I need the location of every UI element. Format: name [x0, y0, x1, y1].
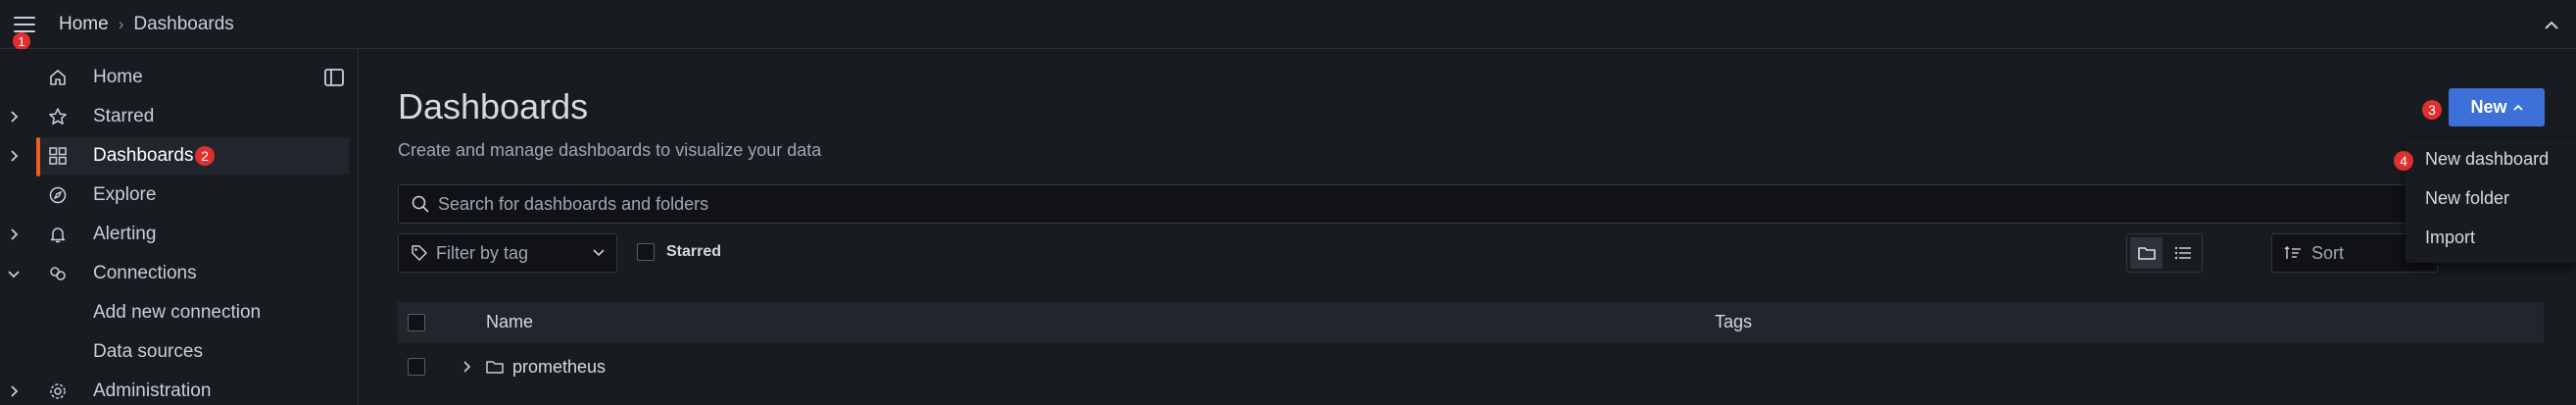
- breadcrumb: Home › Dashboards: [59, 13, 234, 36]
- active-indicator: [36, 137, 40, 177]
- folder-icon: [486, 358, 504, 376]
- tag-filter-placeholder: Filter by tag: [436, 242, 529, 263]
- list-view-button[interactable]: [2166, 237, 2199, 269]
- table-row: [398, 345, 2544, 388]
- sidebar-item-home[interactable]: Home: [0, 59, 349, 96]
- apps-icon: [47, 145, 69, 167]
- chevron-right-icon[interactable]: [6, 148, 22, 164]
- starred-filter[interactable]: Starred: [637, 243, 721, 261]
- column-header-tags: Tags: [1715, 312, 1753, 331]
- compass-icon: [47, 184, 69, 206]
- sidebar-item-data-sources[interactable]: Data sources: [0, 333, 349, 371]
- hamburger-icon: [14, 17, 35, 32]
- search-icon: [412, 195, 429, 213]
- sidebar-item-label: Connections: [93, 263, 197, 283]
- table-header: [398, 302, 2544, 343]
- folder-icon: [2137, 247, 2156, 260]
- sidebar-item-label: Starred: [93, 106, 155, 127]
- row-checkbox[interactable]: [408, 358, 425, 376]
- sidebar-item-starred[interactable]: Starred: [0, 98, 349, 135]
- sidebar-item-label: Administration: [93, 380, 212, 401]
- menu-item-new-dashboard[interactable]: New dashboard: [2425, 149, 2549, 170]
- top-bar: [0, 0, 2576, 49]
- search-input[interactable]: [438, 193, 2398, 215]
- tag-icon: [412, 245, 427, 261]
- annotation-badge-new: 3: [2422, 100, 2442, 120]
- new-button[interactable]: New: [2449, 88, 2545, 127]
- sidebar-item-alerting[interactable]: Alerting: [0, 216, 349, 253]
- chevron-right-icon[interactable]: [6, 227, 22, 242]
- page-subtitle: Create and manage dashboards to visualiz…: [398, 140, 822, 160]
- search-box[interactable]: [398, 184, 2544, 224]
- bell-icon: [47, 224, 69, 245]
- plug-icon: [47, 263, 69, 284]
- sidebar-item-label: Dashboards: [93, 145, 194, 166]
- chevron-up-icon: [2512, 104, 2523, 111]
- starred-label: Starred: [666, 243, 722, 260]
- annotation-badge-new-dashboard: 4: [2394, 151, 2413, 171]
- cog-icon: [47, 380, 69, 402]
- folder-link-prometheus[interactable]: prometheus: [512, 357, 606, 378]
- chevron-up-icon: [2545, 21, 2558, 29]
- sort-placeholder: Sort: [2311, 242, 2345, 263]
- starred-checkbox[interactable]: [637, 243, 655, 261]
- menu-item-new-folder[interactable]: New folder: [2425, 188, 2509, 209]
- sidebar-item-explore[interactable]: Explore: [0, 177, 349, 214]
- tag-filter-select[interactable]: Filter by tag: [398, 233, 617, 273]
- sidebar-expand-dashboards[interactable]: [0, 137, 29, 175]
- select-all-checkbox[interactable]: [408, 314, 425, 331]
- row-expand-button[interactable]: [459, 359, 474, 375]
- annotation-badge-dashboards: 2: [195, 146, 215, 166]
- folder-view-button[interactable]: [2130, 237, 2163, 269]
- sidebar-item-label: Alerting: [93, 224, 157, 244]
- chevron-right-icon[interactable]: [6, 383, 22, 399]
- chevron-right-icon[interactable]: [6, 109, 22, 125]
- column-header-name[interactable]: Name: [486, 312, 533, 332]
- sidebar-item-label: Explore: [93, 184, 157, 205]
- sidebar-item-connections[interactable]: Connections: [0, 255, 349, 292]
- list-icon: [2174, 246, 2191, 260]
- collapse-header-button[interactable]: [2540, 14, 2563, 37]
- page-title: Dashboards: [398, 86, 589, 127]
- sidebar-item-label: Add new connection: [93, 302, 262, 323]
- home-icon: [47, 67, 69, 88]
- breadcrumb-separator: ›: [118, 15, 124, 33]
- view-mode-toggle: [2126, 233, 2203, 273]
- sidebar-item-add-new-connection[interactable]: Add new connection: [0, 294, 349, 331]
- breadcrumb-current: Dashboards: [133, 14, 234, 34]
- chevron-right-icon: [463, 361, 471, 373]
- sidebar-item-dashboards[interactable]: Dashboards 2: [36, 137, 349, 175]
- sort-icon: [2284, 246, 2301, 259]
- new-dropdown-menu: New dashboard New folder Import: [2406, 139, 2576, 263]
- star-icon: [47, 106, 69, 127]
- sidebar-item-label: Data sources: [93, 341, 203, 362]
- chevron-down-icon[interactable]: [6, 266, 22, 281]
- sidebar-item-label: Home: [93, 67, 143, 87]
- menu-item-import[interactable]: Import: [2425, 228, 2475, 248]
- annotation-badge-menu: 1: [13, 32, 30, 50]
- chevron-down-icon: [593, 249, 605, 257]
- breadcrumb-home-link[interactable]: Home: [59, 14, 109, 35]
- new-button-label: New: [2470, 97, 2507, 117]
- sidebar-item-administration[interactable]: Administration: [0, 373, 349, 405]
